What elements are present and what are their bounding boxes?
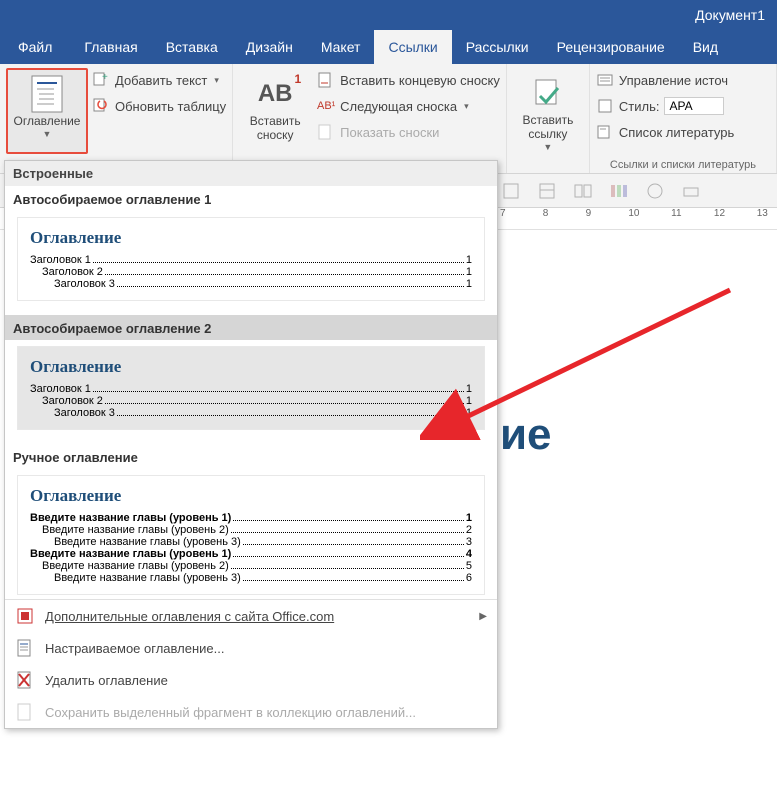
title-bar: Документ1 (0, 0, 777, 30)
qat-icon-5[interactable] (644, 180, 666, 202)
bibliography-button[interactable]: Список литературь (596, 120, 770, 144)
link-icon (530, 74, 566, 113)
manual-toc-preview[interactable]: Оглавление Введите название главы (урове… (17, 475, 485, 595)
tab-insert[interactable]: Вставка (152, 30, 232, 64)
save-gallery-icon (15, 702, 35, 722)
endnote-icon (317, 71, 335, 89)
show-footnotes-button: Показать сноски (317, 120, 500, 144)
qat-icon-3[interactable] (572, 180, 594, 202)
manual-row: Введите название главы (уровень 3)3 (30, 536, 472, 548)
auto-toc-2-header[interactable]: Автособираемое оглавление 2 (5, 315, 497, 340)
toc-icon (29, 74, 65, 114)
group-footnotes: AB1 Вставить сноску Вставить концевую сн… (233, 64, 507, 173)
style-selector[interactable]: Стиль: (596, 94, 770, 118)
insert-link-button[interactable]: Вставить ссылку ▼ (513, 68, 583, 154)
tab-design[interactable]: Дизайн (232, 30, 307, 64)
save-selection-button: Сохранить выделенный фрагмент в коллекци… (5, 696, 497, 728)
toc-label: Оглавление (14, 114, 81, 128)
show-notes-icon (317, 123, 335, 141)
chevron-down-icon: ▼ (543, 142, 552, 152)
auto-toc-1-preview[interactable]: Оглавление Заголовок 11 Заголовок 21 Заг… (17, 217, 485, 301)
qat-icon-4[interactable] (608, 180, 630, 202)
qat-icon-2[interactable] (536, 180, 558, 202)
auto-toc-1-header[interactable]: Автособираемое оглавление 1 (5, 186, 497, 211)
insert-footnote-button[interactable]: AB1 Вставить сноску (239, 68, 311, 154)
group-citations-label: Ссылки и списки литературь (590, 159, 776, 171)
office-icon (15, 606, 35, 626)
document-text: ие (500, 410, 552, 460)
remove-icon (15, 670, 35, 690)
tab-view[interactable]: Вид (679, 30, 732, 64)
group-citations: Управление источ Стиль: Список литератур… (590, 64, 777, 173)
manual-row: Введите название главы (уровень 1)4 (30, 548, 472, 560)
tab-file[interactable]: Файл (0, 30, 70, 64)
add-text-icon: + (92, 71, 110, 89)
group-toc: Оглавление ▼ + Добавить текст ▾ Обновить… (0, 64, 233, 173)
next-footnote-button[interactable]: AB¹ Следующая сноска ▾ (317, 94, 500, 118)
tab-layout[interactable]: Макет (307, 30, 375, 64)
refresh-icon (92, 97, 110, 115)
ribbon: Оглавление ▼ + Добавить текст ▾ Обновить… (0, 64, 777, 174)
manual-row: Введите название главы (уровень 2)2 (30, 524, 472, 536)
tab-mailings[interactable]: Рассылки (452, 30, 543, 64)
dropdown-menu: Дополнительные оглавления с сайта Office… (5, 599, 497, 728)
tab-home[interactable]: Главная (70, 30, 151, 64)
next-footnote-icon: AB¹ (317, 97, 335, 115)
chevron-down-icon: ▾ (464, 101, 469, 112)
footnote-icon: AB1 (257, 74, 293, 114)
chevron-down-icon: ▼ (43, 129, 52, 139)
manual-row: Введите название главы (уровень 1)1 (30, 512, 472, 524)
insert-endnote-button[interactable]: Вставить концевую сноску (317, 68, 500, 92)
document-title: Документ1 (695, 7, 765, 23)
remove-toc-button[interactable]: Удалить оглавление (5, 664, 497, 696)
chevron-down-icon: ▾ (214, 75, 219, 86)
manual-row: Введите название главы (уровень 3)6 (30, 572, 472, 584)
svg-text:+: + (102, 72, 108, 83)
manual-toc-header[interactable]: Ручное оглавление (5, 444, 497, 469)
manual-row: Введите название главы (уровень 2)5 (30, 560, 472, 572)
bibliography-icon (596, 123, 614, 141)
auto-toc-2-preview[interactable]: Оглавление Заголовок 11 Заголовок 21 Заг… (17, 346, 485, 430)
builtin-header: Встроенные (5, 161, 497, 186)
tab-references[interactable]: Ссылки (374, 30, 451, 64)
add-text-button[interactable]: + Добавить текст ▾ (92, 68, 226, 92)
update-table-button[interactable]: Обновить таблицу (92, 94, 226, 118)
custom-toc-button[interactable]: Настраиваемое оглавление... (5, 632, 497, 664)
toc-button[interactable]: Оглавление ▼ (6, 68, 88, 154)
ribbon-tabs: Файл Главная Вставка Дизайн Макет Ссылки… (0, 30, 777, 64)
style-icon (596, 97, 614, 115)
manage-sources-button[interactable]: Управление источ (596, 68, 770, 92)
qat-icon-6[interactable] (680, 180, 702, 202)
tab-review[interactable]: Рецензирование (543, 30, 679, 64)
group-link: Вставить ссылку ▼ (507, 64, 590, 173)
qat-icon-1[interactable] (500, 180, 522, 202)
toc-dropdown: Встроенные Автособираемое оглавление 1 О… (4, 160, 498, 729)
sources-icon (596, 71, 614, 89)
custom-toc-icon (15, 638, 35, 658)
more-from-office-button[interactable]: Дополнительные оглавления с сайта Office… (5, 600, 497, 632)
chevron-right-icon: ▶ (479, 611, 487, 622)
style-input[interactable] (664, 97, 724, 115)
